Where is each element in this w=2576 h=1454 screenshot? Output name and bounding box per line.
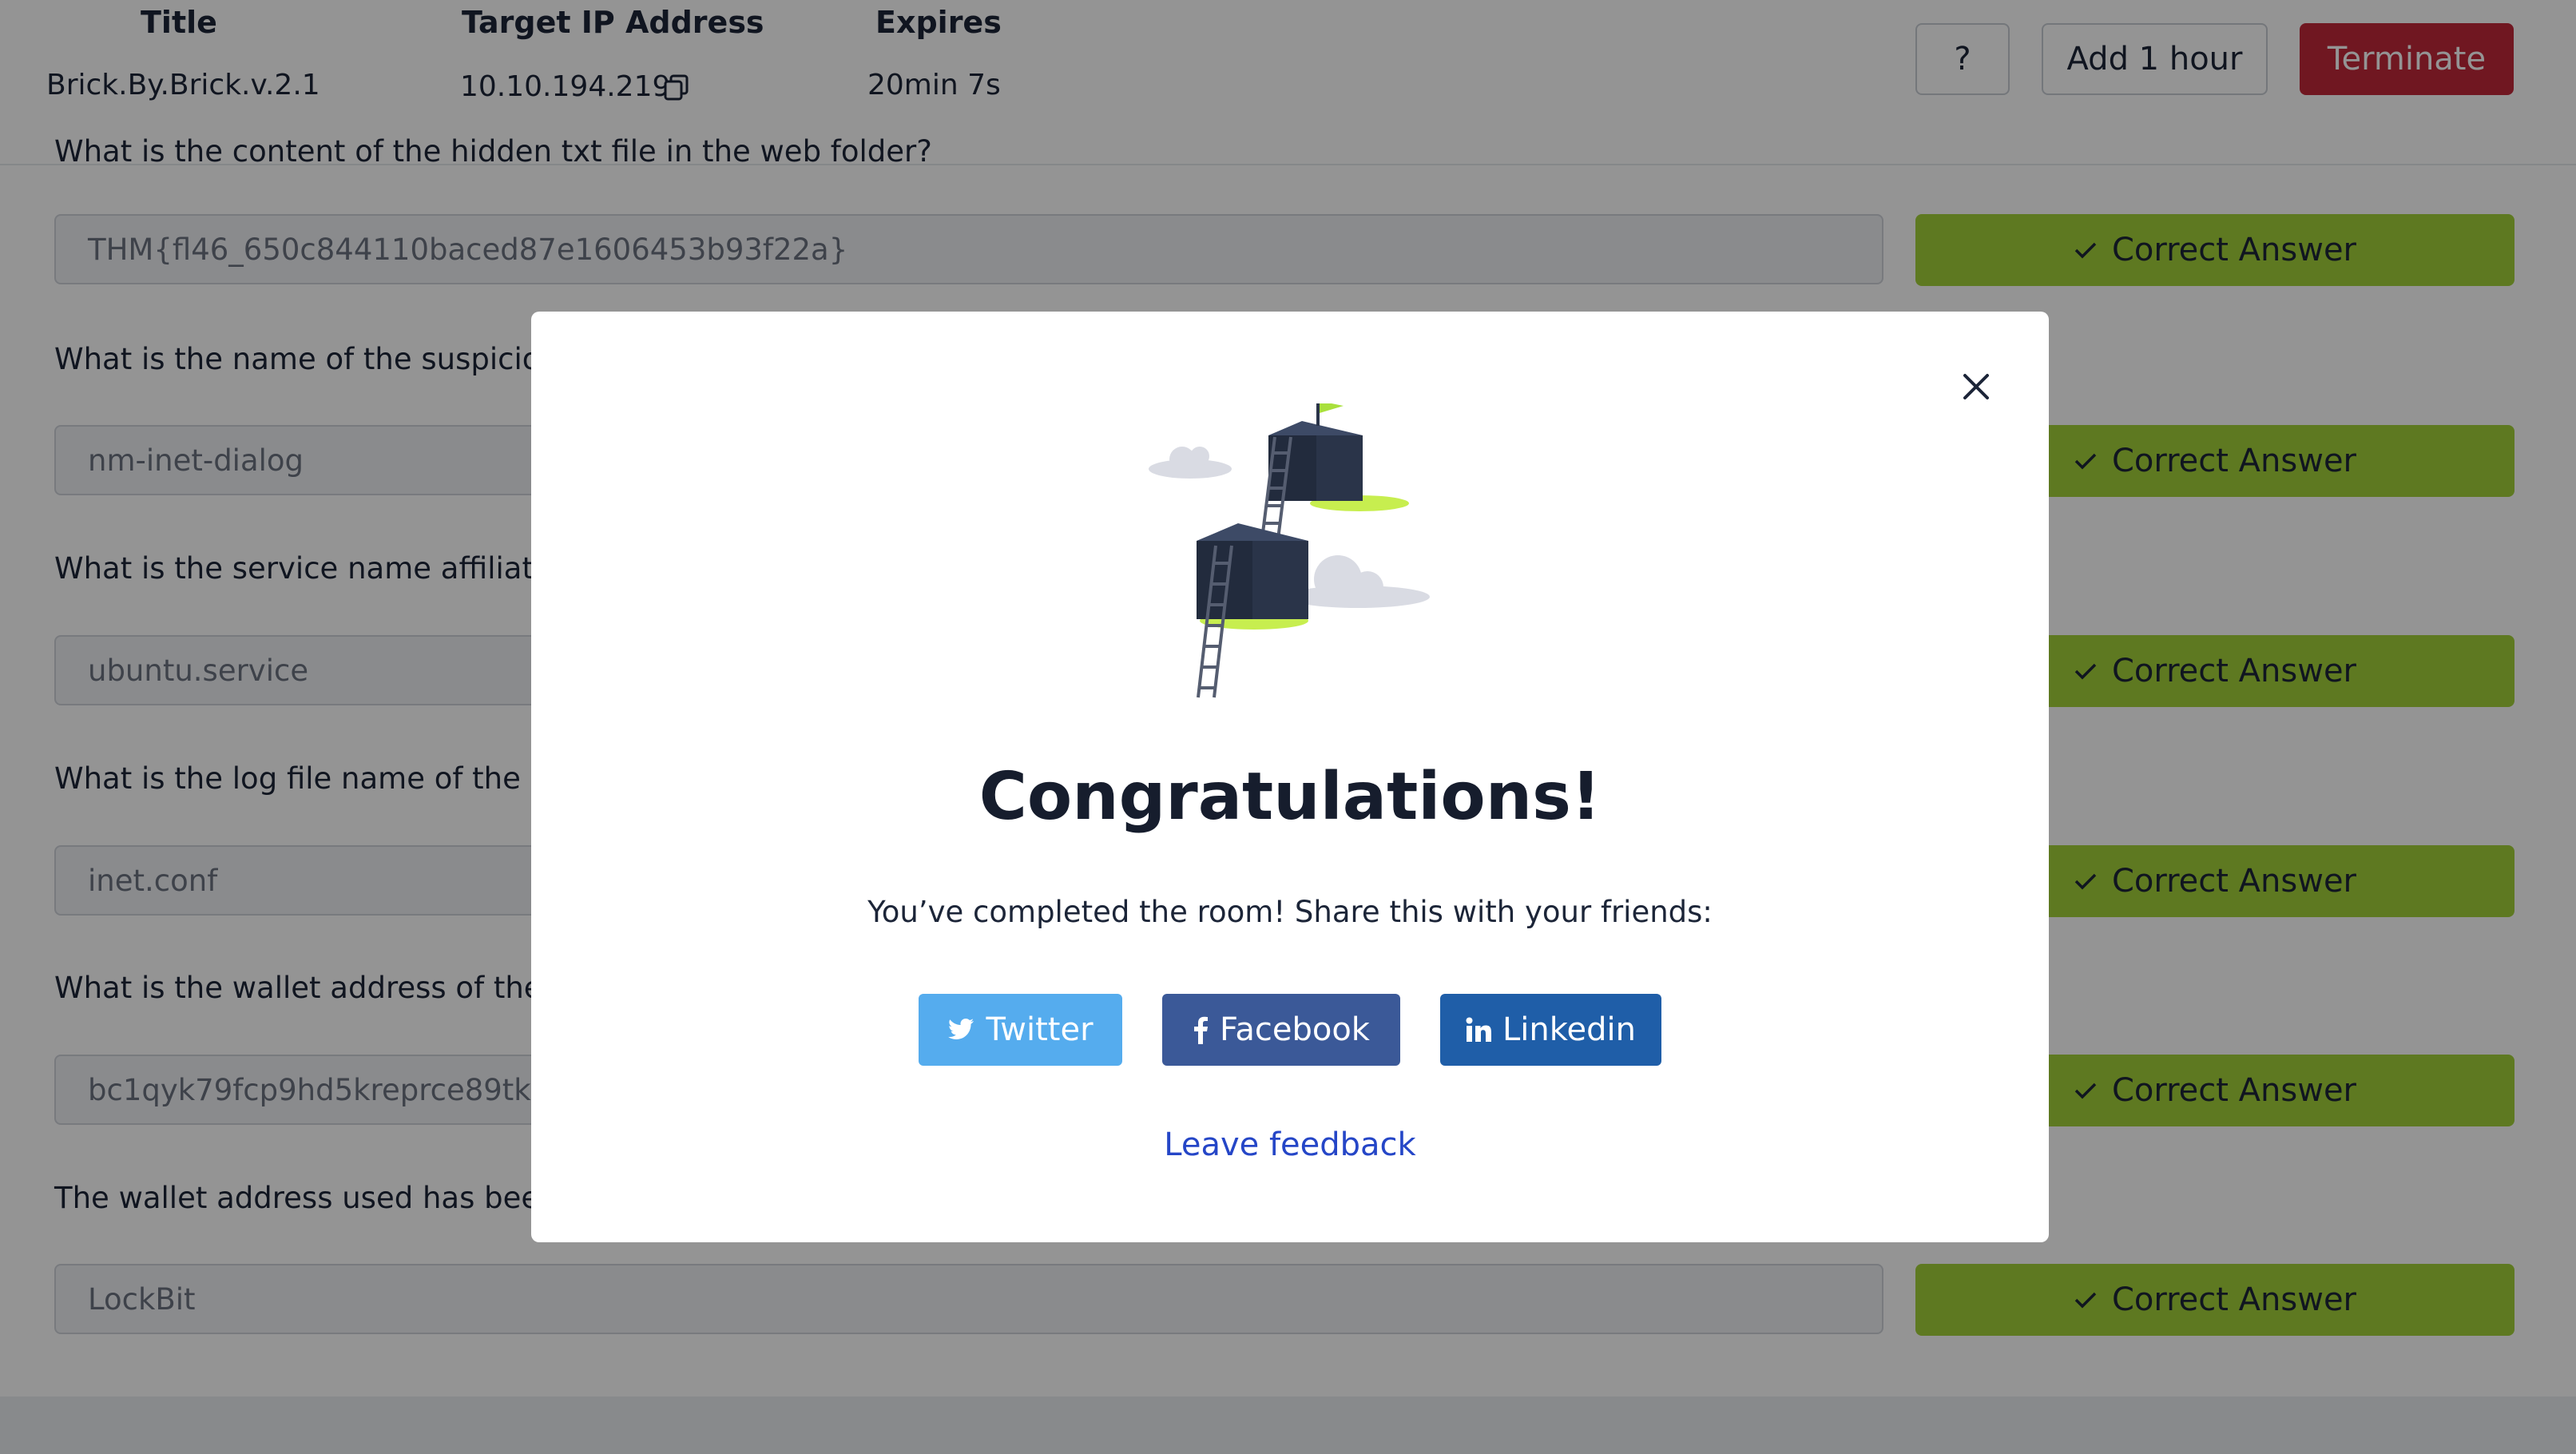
facebook-label: Facebook (1220, 1011, 1370, 1048)
brick-ladder-illustration (1149, 403, 1430, 698)
close-icon[interactable] (1959, 369, 1994, 404)
twitter-label: Twitter (986, 1011, 1094, 1048)
linkedin-share-button[interactable]: Linkedin (1440, 994, 1661, 1066)
leave-feedback-link[interactable]: Leave feedback (531, 1126, 2049, 1163)
twitter-icon (948, 1019, 974, 1039)
share-text: You’ve completed the room! Share this wi… (867, 895, 1713, 929)
facebook-icon (1194, 1016, 1209, 1044)
linkedin-label: Linkedin (1502, 1011, 1636, 1048)
linkedin-icon (1466, 1017, 1492, 1042)
twitter-share-button[interactable]: Twitter (919, 994, 1122, 1066)
facebook-share-button[interactable]: Facebook (1162, 994, 1400, 1066)
modal-title: Congratulations! (978, 759, 1602, 835)
